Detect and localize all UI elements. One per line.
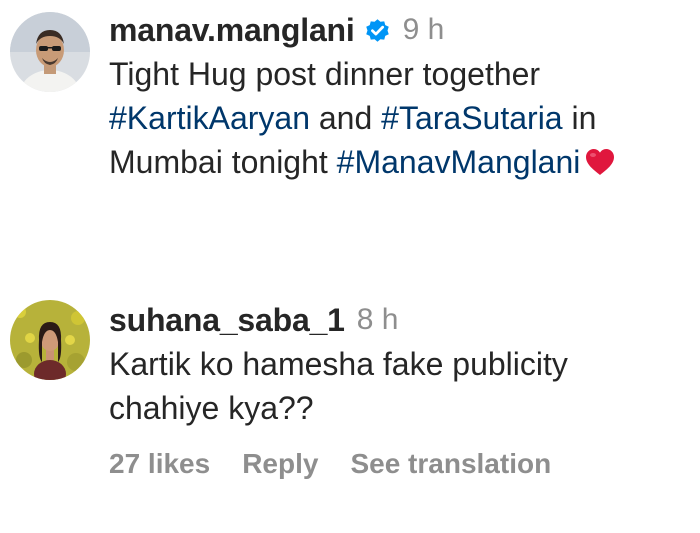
comment-actions: 27 likes Reply See translation [109,448,686,480]
avatar-image [10,12,90,92]
likes-count-button[interactable]: 27 likes [109,448,210,480]
username[interactable]: suhana_saba_1 [109,302,345,339]
reply-button[interactable]: Reply [242,448,318,480]
avatar-image [10,300,90,380]
comment-2-header: suhana_saba_1 8 h [109,300,686,340]
timestamp: 8 h [356,303,399,336]
hashtag-link[interactable]: #KartikAaryan [109,100,310,136]
timestamp: 9 h [402,13,445,46]
comment-1-content: manav.manglani 9 h Tight Hug post dinner… [109,10,686,184]
red-heart-icon [584,147,616,177]
comment-1-header: manav.manglani 9 h [109,10,686,50]
see-translation-button[interactable]: See translation [350,448,551,480]
avatar-suhana[interactable] [10,300,90,380]
comment-text: Kartik ko hamesha fake publicity chahiye… [109,346,568,426]
caption-text-part: and [309,100,382,136]
hashtag-link[interactable]: #ManavManglani [337,144,581,180]
caption-text-part: Tight Hug post dinner together [109,56,541,92]
username[interactable]: manav.manglani [109,12,355,49]
hashtag-link[interactable]: #TaraSutaria [381,100,562,136]
avatar-manav[interactable] [10,12,90,92]
caption-text: Tight Hug post dinner together #KartikAa… [109,52,686,184]
verified-badge-icon [364,17,391,44]
comment-2-content: suhana_saba_1 8 h Kartik ko hamesha fake… [109,300,686,480]
